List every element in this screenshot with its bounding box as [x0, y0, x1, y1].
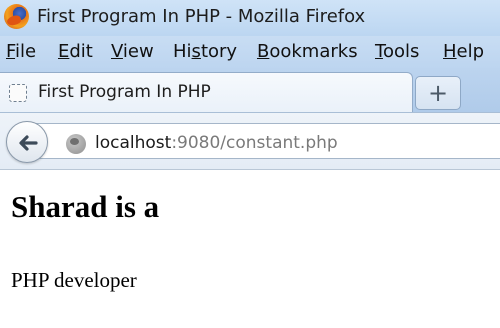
menu-bookmarks[interactable]: Bookmarks	[257, 41, 358, 62]
navigation-bar: localhost:9080/constant.php	[0, 112, 500, 170]
menu-bar: File Edit View History Bookmarks Tools H…	[0, 36, 500, 68]
blank-page-icon	[9, 84, 27, 102]
menu-file[interactable]: File	[6, 41, 36, 62]
url-path: :9080/constant.php	[171, 133, 338, 153]
page-paragraph: PHP developer	[11, 268, 137, 292]
tab-strip: First Program In PHP +	[0, 68, 500, 112]
title-bar: First Program In PHP - Mozilla Firefox	[0, 0, 500, 36]
menu-tools[interactable]: Tools	[375, 41, 419, 62]
menu-help[interactable]: Help	[443, 41, 484, 62]
window-title: First Program In PHP - Mozilla Firefox	[37, 6, 366, 27]
back-button[interactable]	[6, 121, 48, 163]
url-text[interactable]: localhost:9080/constant.php	[95, 133, 338, 153]
tab-first-program[interactable]: First Program In PHP	[0, 72, 413, 112]
tab-label: First Program In PHP	[38, 82, 211, 102]
menu-view[interactable]: View	[111, 41, 154, 62]
plus-icon: +	[427, 79, 449, 107]
firefox-icon[interactable]	[4, 4, 29, 29]
page-heading: Sharad is a	[11, 189, 160, 224]
page-content: Sharad is a PHP developer	[0, 171, 500, 328]
menu-history[interactable]: History	[173, 41, 237, 62]
menu-edit[interactable]: Edit	[58, 41, 93, 62]
back-arrow-icon	[19, 135, 38, 151]
url-host: localhost	[95, 133, 172, 153]
globe-icon[interactable]	[66, 134, 86, 154]
new-tab-button[interactable]: +	[415, 76, 461, 110]
